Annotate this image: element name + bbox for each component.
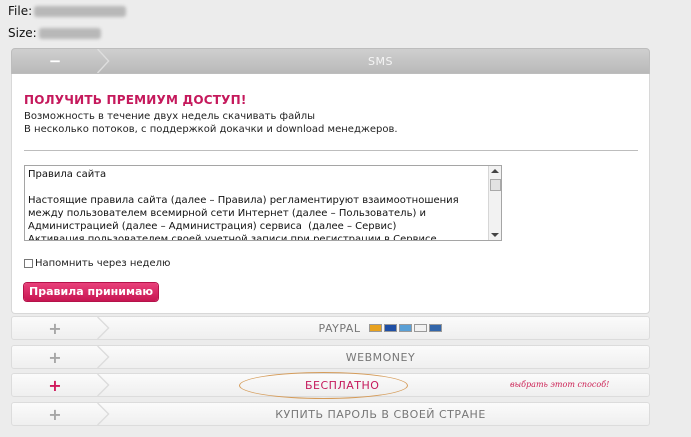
rules-scrollbar[interactable]	[488, 166, 501, 240]
size-info: Size:	[8, 26, 101, 40]
paypal-title: PAYPAL	[318, 321, 361, 335]
amex-icon	[399, 324, 413, 332]
webmoney-title: WEBMONEY	[345, 350, 416, 364]
webmoney-accordion[interactable]: + WEBMONEY	[11, 345, 650, 369]
scroll-thumb[interactable]	[490, 179, 501, 191]
chevron-divider-icon	[97, 403, 110, 425]
expand-icon[interactable]: +	[12, 403, 98, 425]
discover-icon	[414, 324, 428, 332]
sms-title: SMS	[368, 54, 393, 68]
file-name-redacted	[34, 6, 127, 17]
scroll-down-icon[interactable]	[491, 233, 499, 237]
card-logos	[369, 324, 443, 332]
country-title: КУПИТЬ ПАРОЛЬ В СВОЕЙ СТРАНЕ	[275, 407, 486, 421]
remind-checkbox[interactable]	[24, 259, 33, 268]
expand-icon[interactable]: +	[12, 374, 98, 396]
remind-label[interactable]: Напомнить через неделю	[35, 258, 170, 269]
size-label: Size:	[8, 26, 37, 40]
chevron-divider-icon	[97, 346, 110, 368]
rules-text: Правила сайта Настоящие правила сайта (д…	[28, 169, 459, 241]
remind-row: Напомнить через неделю	[24, 258, 170, 269]
paypal-accordion[interactable]: + PAYPAL	[11, 316, 650, 340]
chevron-divider-icon	[97, 49, 110, 73]
sms-panel: ПОЛУЧИТЬ ПРЕМИУМ ДОСТУП! Возможность в т…	[11, 74, 650, 314]
premium-title: ПОЛУЧИТЬ ПРЕМИУМ ДОСТУП!	[24, 93, 247, 107]
file-label: File:	[8, 4, 33, 18]
file-size-redacted	[38, 28, 101, 39]
scroll-up-icon[interactable]	[491, 169, 499, 173]
file-info: File:	[8, 4, 127, 18]
visa-icon	[384, 324, 398, 332]
divider	[24, 150, 638, 151]
accept-rules-button[interactable]: Правила принимаю	[24, 283, 159, 301]
expand-icon[interactable]: +	[12, 346, 98, 368]
rules-textarea[interactable]: Правила сайта Настоящие правила сайта (д…	[24, 165, 502, 241]
chevron-divider-icon	[97, 374, 110, 396]
premium-description-line1: Возможность в течение двух недель скачив…	[24, 111, 315, 122]
country-password-accordion[interactable]: + КУПИТЬ ПАРОЛЬ В СВОЕЙ СТРАНЕ	[11, 402, 650, 426]
collapse-icon[interactable]: −	[12, 49, 98, 73]
sms-accordion-header[interactable]: − SMS	[11, 48, 650, 74]
expand-icon[interactable]: +	[12, 317, 98, 339]
mastercard-icon	[369, 324, 383, 332]
paypal-title-row: PAYPAL	[112, 317, 649, 339]
premium-description-line2: В несколько потоков, с поддержкой докачк…	[24, 124, 398, 135]
bank-card-icon	[429, 324, 443, 332]
choose-method-note: выбрать этот способ!	[510, 380, 610, 389]
chevron-divider-icon	[97, 317, 110, 339]
